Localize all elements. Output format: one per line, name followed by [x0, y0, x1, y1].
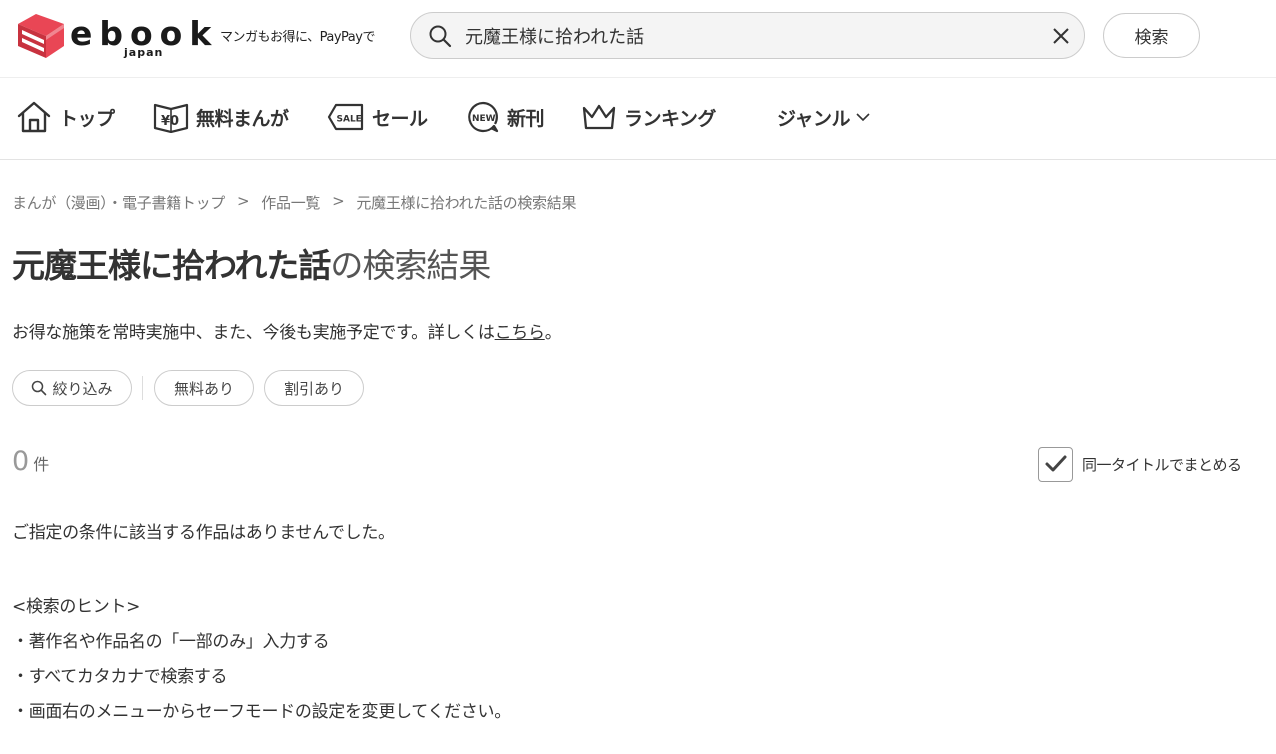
book-stack-logo-icon: [18, 14, 64, 58]
filter-discount-button[interactable]: 割引あり: [264, 370, 364, 406]
site-header: ebook japan マンガもお得に、PayPayで 検索: [0, 0, 1276, 78]
search-icon: [32, 380, 47, 396]
clear-search-icon[interactable]: [1051, 26, 1071, 46]
checkmark-icon: [1045, 455, 1066, 472]
nav-item-top[interactable]: トップ: [16, 99, 115, 135]
nav-item-new-release[interactable]: NEW 新刊: [466, 99, 545, 135]
breadcrumb-separator: >: [332, 192, 345, 210]
breadcrumb-item-top[interactable]: まんが（漫画）・電子書籍トップ: [12, 192, 225, 213]
group-same-title-label: 同一タイトルでまとめる: [1082, 455, 1242, 474]
svg-text:NEW: NEW: [472, 114, 496, 124]
breadcrumb: まんが（漫画）・電子書籍トップ > 作品一覧 > 元魔王様に拾われた話の検索結果: [12, 192, 576, 213]
nav-item-genre[interactable]: ジャンル: [770, 99, 872, 135]
search-button[interactable]: 検索: [1103, 13, 1200, 58]
ebook-japan-logo[interactable]: ebook japan: [14, 10, 211, 66]
logo-subtext: japan: [124, 46, 164, 59]
promo-notice: お得な施策を常時実施中、また、今後も実施予定です。詳しくはこちら。: [12, 318, 562, 343]
filter-divider: [142, 376, 143, 400]
nav-label-top: トップ: [59, 107, 115, 130]
nav-label-ranking: ランキング: [624, 107, 716, 130]
breadcrumb-item-current: 元魔王様に拾われた話の検索結果: [356, 194, 577, 212]
search-hints-heading: <検索のヒント>: [12, 597, 141, 617]
empty-result-message: ご指定の条件に該当する作品はありませんでした。: [12, 523, 395, 543]
tagline: マンガもお得に、PayPayで: [220, 30, 375, 45]
search-hint-item: ・著作名や作品名の「一部のみ」入力する: [12, 632, 330, 652]
search-bar: [410, 12, 1085, 59]
chevron-down-icon: [856, 113, 870, 122]
main-navigation: トップ ¥0 無料まんが SALE セール NEW 新刊 ランキング ジャンル: [0, 79, 1276, 160]
filter-discount-label: 割引あり: [283, 379, 344, 398]
notice-link[interactable]: こちら: [495, 323, 545, 343]
nav-item-free-manga[interactable]: ¥0 無料まんが: [153, 99, 289, 135]
search-hint-item: ・画面右のメニューからセーフモードの設定を変更してください。: [12, 702, 511, 722]
search-icon: [429, 25, 452, 48]
filter-refine-label: 絞り込み: [52, 379, 113, 398]
nav-label-free-manga: 無料まんが: [196, 107, 289, 130]
filter-free-button[interactable]: 無料あり: [154, 370, 254, 406]
nav-label-new-release: 新刊: [507, 107, 545, 130]
sale-tag-icon: SALE: [327, 103, 364, 131]
new-badge-icon: NEW: [468, 101, 499, 133]
breadcrumb-item-works[interactable]: 作品一覧: [261, 192, 320, 213]
nav-item-ranking[interactable]: ランキング: [581, 99, 716, 135]
home-icon: [17, 101, 51, 133]
page-title: 元魔王様に拾われた話の検索結果: [12, 244, 491, 288]
breadcrumb-separator: >: [237, 192, 250, 210]
notice-text: お得な施策を常時実施中、また、今後も実施予定です。詳しくは: [12, 323, 495, 343]
search-input[interactable]: [465, 18, 1035, 53]
free-yen-icon: ¥0: [153, 103, 189, 133]
result-count-unit: 件: [33, 455, 50, 474]
svg-text:¥0: ¥0: [161, 114, 179, 129]
nav-item-sale[interactable]: SALE セール: [327, 99, 428, 135]
nav-label-genre: ジャンル: [777, 107, 851, 130]
title-query: 元魔王様に拾われた話: [12, 246, 331, 285]
filter-refine-button[interactable]: 絞り込み: [12, 370, 132, 406]
result-count: 0件: [12, 446, 49, 477]
group-same-title-checkbox[interactable]: [1038, 446, 1073, 482]
title-suffix: の検索結果: [330, 246, 491, 285]
notice-end: 。: [544, 323, 562, 343]
nav-label-sale: セール: [372, 107, 428, 130]
search-hints: <検索のヒント> ・著作名や作品名の「一部のみ」入力する ・すべてカタカナで検索…: [12, 590, 511, 730]
svg-text:SALE: SALE: [337, 115, 362, 125]
group-same-title-toggle[interactable]: 同一タイトルでまとめる: [1038, 446, 1242, 482]
filter-free-label: 無料あり: [173, 379, 234, 398]
result-count-number: 0: [12, 446, 30, 477]
crown-icon: [582, 104, 616, 130]
search-hint-item: ・すべてカタカナで検索する: [12, 667, 228, 687]
